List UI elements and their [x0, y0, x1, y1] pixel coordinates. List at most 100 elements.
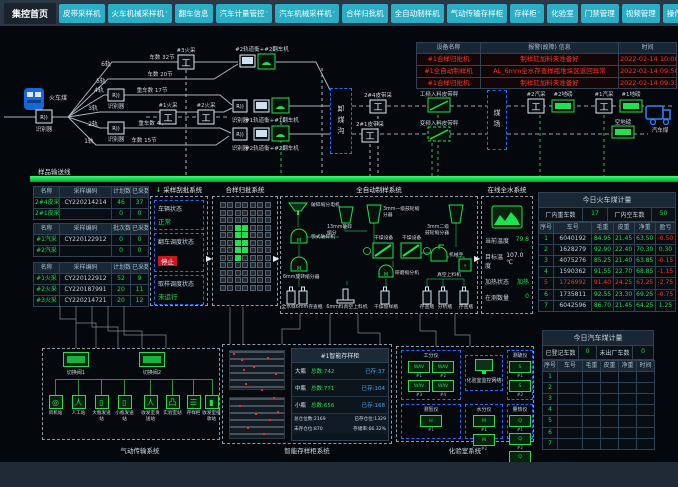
fire-sampler-2-icon[interactable]: 工 [198, 110, 214, 124]
sample-slot [235, 232, 241, 238]
lab-instrument[interactable]: H#1 [420, 415, 442, 432]
truck-sampler-1-icon[interactable]: 工 [596, 99, 612, 113]
table-cell: 85.25 [592, 256, 613, 267]
dumper-low-monitor-icon[interactable] [254, 128, 269, 140]
station-4[interactable]: ▯小瓶发送站 [115, 395, 134, 423]
grinder-icon[interactable]: M [379, 265, 393, 278]
lab-instrument[interactable]: WAV#3 [408, 380, 430, 397]
moisture-meter-icon[interactable] [491, 205, 523, 229]
menu-item-1[interactable]: 皮带采样机 [59, 4, 105, 23]
feed-funnel-icon[interactable] [289, 203, 307, 215]
lab-monitor-icon[interactable] [475, 359, 493, 371]
truck-sampler-2-icon[interactable]: 工 [528, 99, 544, 113]
menu-item-13[interactable]: 操作日志 [663, 4, 678, 23]
station-icon: ◎ [49, 395, 63, 409]
lab-instrument[interactable]: WAV#4 [432, 380, 454, 397]
menu-item-12[interactable]: 视频管理 [622, 4, 660, 23]
truck-coal-icon[interactable] [646, 106, 670, 125]
lab-instrument[interactable]: S#1 [509, 361, 531, 378]
belt-scale-1-icon[interactable] [428, 98, 450, 112]
table-cell: 70.30 [634, 245, 655, 256]
scrape-batch-panel[interactable]: ↓采样刮批系统 车辆状态 正常 翻车调度状态 停止 取样调度状态 未运行 [150, 184, 208, 308]
crusher-divider-cup-icon[interactable] [339, 207, 353, 223]
station-label: 存样柜 [184, 411, 203, 417]
belt-sampler-1-icon[interactable]: 工 [370, 100, 386, 113]
table-cell: #2火采 [34, 285, 60, 296]
belt-scale-2-icon[interactable] [428, 127, 450, 141]
dumper-low-machine-icon[interactable] [272, 126, 289, 141]
menu-item-10[interactable]: 化验室 [547, 4, 578, 23]
menu-home[interactable]: 集控首页 [4, 3, 56, 24]
menu-item-4[interactable]: 汽车计量管控· [216, 4, 273, 23]
station-icon: 人 [72, 395, 86, 409]
online-moisture-panel[interactable]: 在线全水系统 当前温度79.8 目标温度107.0 ℃ 加热状态加热 [481, 184, 533, 314]
menu-item-2[interactable]: 火车机械采样机· [108, 4, 172, 23]
station-1[interactable]: ◎风机站 [46, 395, 65, 417]
train-coal-icon[interactable] [24, 88, 44, 110]
station-6[interactable]: 凸实验室站 [163, 395, 182, 417]
rfid-reader-mid[interactable]: R)) [233, 100, 247, 112]
rfid-reader-main[interactable]: R)) [36, 110, 52, 123]
weighbridge-1-label: #1地磅 [621, 90, 641, 98]
lab-instrument[interactable]: WAV#1 [408, 361, 430, 378]
menu-item-11[interactable]: 门禁管理 [581, 4, 619, 23]
table-cell: 2#1皮采 [34, 209, 60, 220]
weighbridge-2-icon[interactable] [552, 100, 574, 112]
lab-instrument[interactable]: S#2 [509, 380, 531, 397]
weighbridge-1-icon[interactable] [620, 100, 642, 112]
dryer-2-icon[interactable] [401, 243, 421, 258]
station-7[interactable]: ☰存样柜 [184, 395, 203, 417]
station-5[interactable]: 人收发室发送站 [141, 395, 160, 423]
sample-slot [227, 247, 233, 253]
dumper-top-machine-icon[interactable] [258, 54, 275, 69]
menu-item-3[interactable]: 翻车信息 [175, 4, 213, 23]
lab-instrument[interactable]: M#1 [473, 415, 495, 432]
diverter-valve-1-icon[interactable] [63, 352, 89, 367]
belt-sampler-2-icon[interactable]: 工 [362, 129, 378, 142]
auto-prep-panel[interactable]: 全自动制样系统 M M [280, 184, 478, 314]
fire-sampler-1-icon[interactable]: 工 [160, 110, 176, 124]
robot-arm-icon[interactable] [431, 245, 447, 261]
dumper-mid-machine-icon[interactable] [272, 98, 289, 113]
jaw-crusher-icon[interactable]: M [291, 229, 307, 244]
rfid-reader-low[interactable]: R)) [233, 128, 247, 140]
rfid-reader-track4[interactable]: R)) [108, 89, 124, 101]
fire-sampler-top-icon[interactable]: 工 [178, 55, 194, 69]
col-header: 皮重 [601, 361, 619, 372]
cabinet-info-title: #1智能存样柜 [292, 349, 388, 363]
sample-slot [250, 232, 256, 238]
rotary-divider-icon[interactable]: M [291, 257, 307, 272]
station-8[interactable]: ▮收发室接收站 [202, 395, 221, 423]
sample-slot [227, 202, 233, 208]
smart-cabinet-panel[interactable]: #1智能存样柜 大瓶 总数:742 已存:37 中瓶 总数:771 已存:104… [222, 344, 392, 444]
dumper-mid-monitor-icon[interactable] [254, 100, 269, 112]
station-label: 收发室接收站 [202, 411, 221, 423]
menu-item-9[interactable]: 存样柜· [510, 4, 544, 23]
pneumatic-panel[interactable]: 切换阀1 切换阀2 ◎风机站人人工站▯大瓶发送站▯小瓶发送站人收发室发送站凸实验… [42, 348, 220, 440]
table-cell: 22.70 [613, 267, 634, 278]
lab-panel[interactable]: 工分仪 WAV#1WAV#2WAV#3WAV#4 测氢仪 H#1 化验室监控网络… [396, 346, 534, 442]
station-3[interactable]: ▯大瓶发送站 [92, 395, 111, 423]
lab-instrument[interactable]: Q#1 [509, 415, 531, 432]
drum-divider-1-icon[interactable] [367, 205, 381, 223]
lab-instrument[interactable]: WAV#2 [432, 361, 454, 378]
empty-weighbridge-icon[interactable] [612, 126, 634, 138]
sample-slot [227, 217, 233, 223]
table-cell: 5 [543, 416, 558, 427]
menu-item-7[interactable]: 全自动制样机 [391, 4, 444, 23]
station-2[interactable]: 人人工站 [69, 395, 88, 417]
menu-item-6[interactable]: 合样归批机 [342, 4, 388, 23]
rfid-reader-track2[interactable]: R)) [108, 122, 124, 134]
vacuum-feeder-icon[interactable]: ⇡ [459, 259, 471, 271]
moisture-row-heating: 加热状态加热 [482, 277, 532, 286]
dumper-top-monitor-icon[interactable] [240, 55, 255, 67]
merge-batch-panel[interactable]: 合样归批系统 [212, 184, 278, 308]
station-icon: 人 [144, 395, 158, 409]
diverter-valve-2-icon[interactable] [139, 352, 165, 367]
col-header: 批次数 [112, 224, 131, 235]
menu-item-8[interactable]: 气动传输存样柜 [447, 4, 508, 23]
drum-divider-2-icon[interactable] [449, 205, 463, 223]
table-cell: 46 [112, 198, 131, 209]
dryer-1-icon[interactable] [373, 243, 393, 258]
menu-item-5[interactable]: 汽车机械采样机· [275, 4, 339, 23]
